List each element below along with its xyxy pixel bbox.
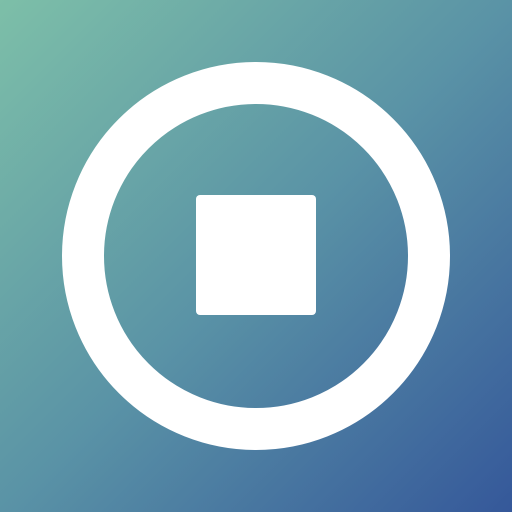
stop-circle-icon[interactable] xyxy=(0,0,512,512)
app-icon-tile[interactable] xyxy=(0,0,512,512)
stop-square xyxy=(196,195,316,315)
